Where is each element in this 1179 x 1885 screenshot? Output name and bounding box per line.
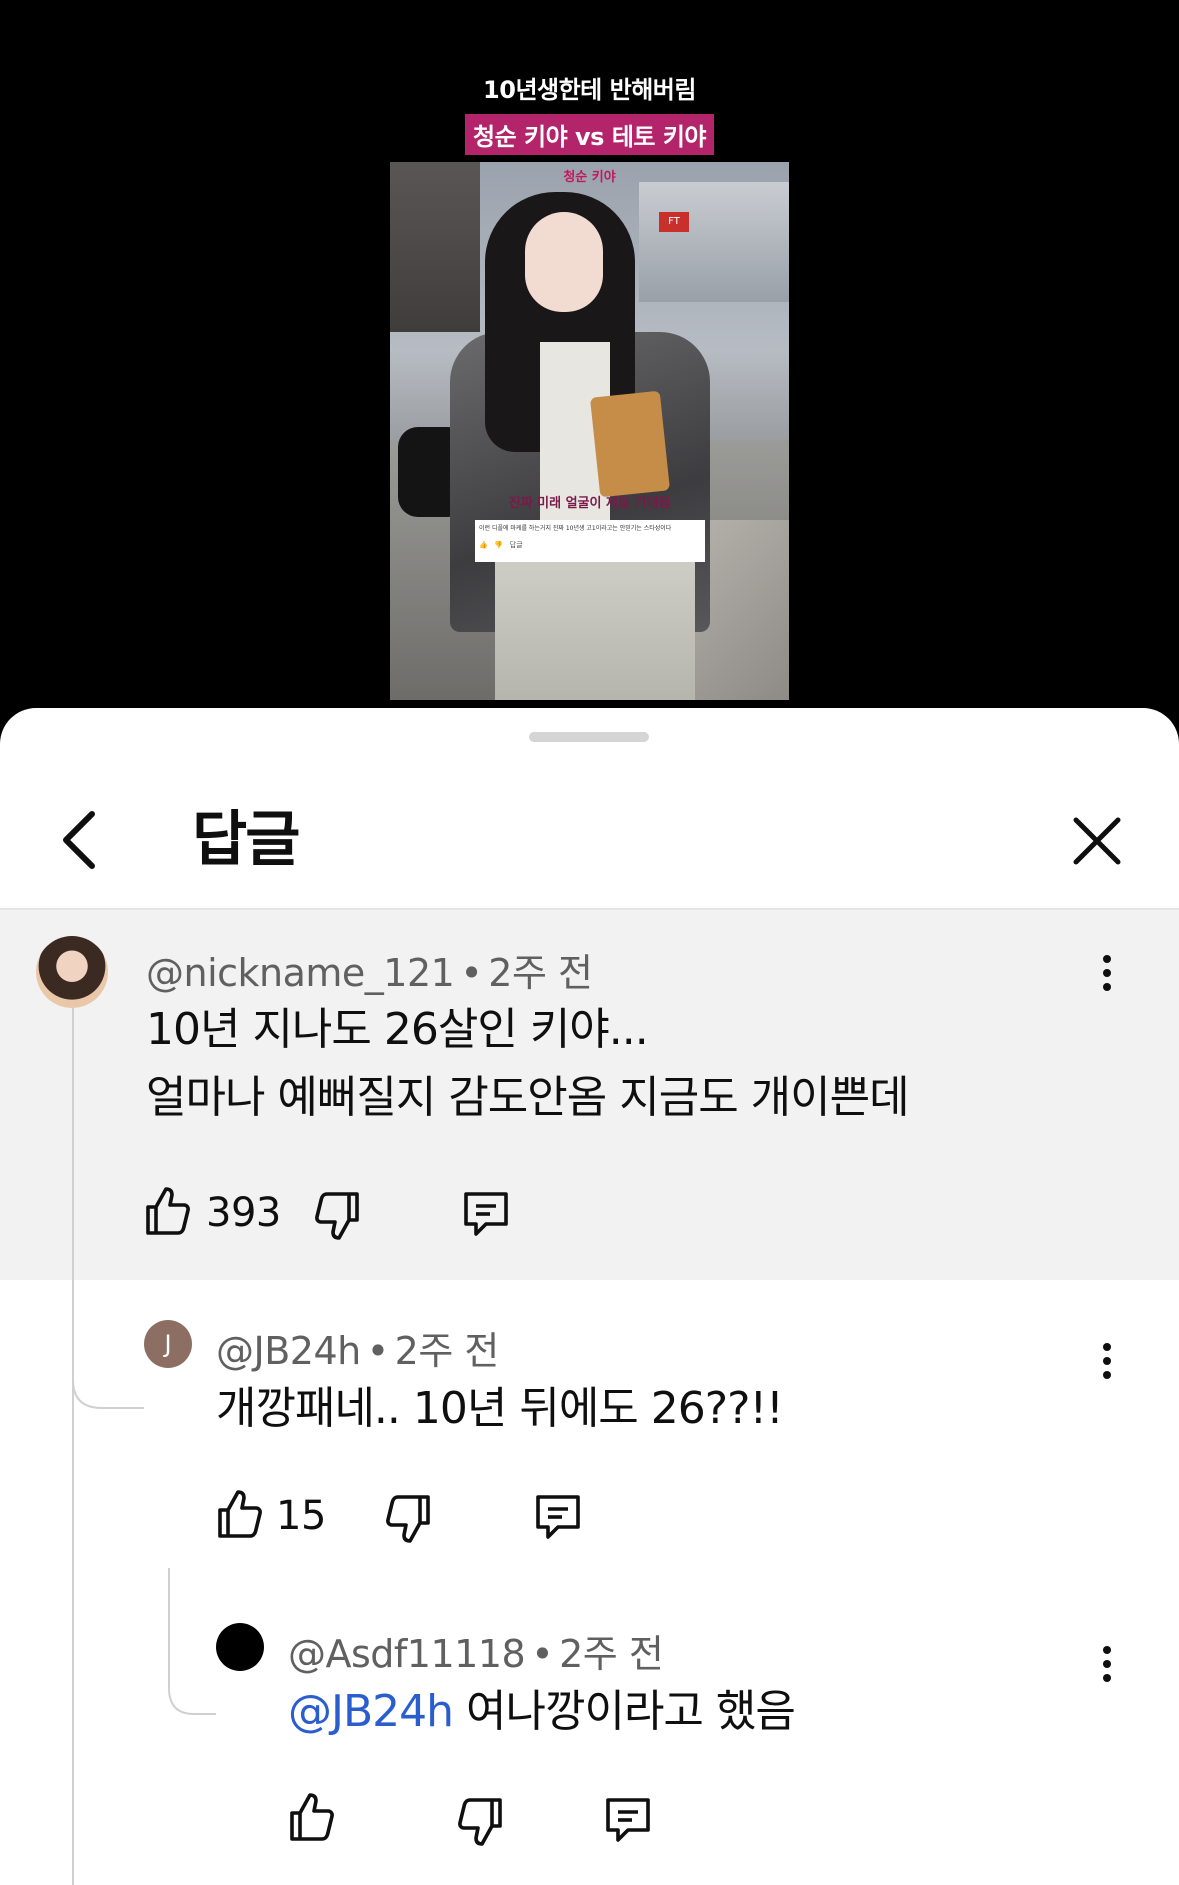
mention-link[interactable]: @JB24h: [288, 1686, 454, 1737]
more-options-button[interactable]: [1092, 950, 1122, 1000]
parent-comment: @nickname_121 • 2주 전 10년 지나도 26살인 키야... 얼마…: [0, 910, 1179, 1280]
frame-label-mid: 진짜 미래 얼굴이 제일 기대됨: [508, 496, 671, 511]
thumbs-down-icon: [386, 1495, 430, 1543]
reply-icon: [606, 1798, 650, 1842]
comment-meta: @nickname_121 • 2주 전: [146, 951, 593, 995]
dislike-button[interactable]: [384, 1493, 432, 1549]
chevron-left-icon: [63, 811, 95, 869]
comment-username[interactable]: @JB24h: [216, 1329, 361, 1373]
frame-mini-comment: 이런 디플에 마케를 하는거지 진짜 10년생 고1이라고는 안믿기는 스타성이…: [475, 520, 705, 562]
sheet-header: 답글: [0, 778, 1179, 908]
comment-time: 2주 전: [394, 1329, 500, 1373]
thumbs-up-icon: [146, 1187, 190, 1235]
video-caption-highlight: 청순 키야 vs 테토 키야: [0, 114, 1179, 155]
reply-icon: [536, 1495, 580, 1539]
back-button[interactable]: [52, 800, 112, 880]
avatar[interactable]: [216, 1623, 264, 1671]
thread-connector-nested: [168, 1658, 216, 1715]
like-button[interactable]: [144, 1185, 192, 1241]
comment-username[interactable]: @nickname_121: [146, 951, 455, 995]
comment-text: @JB24h 여나깡이라고 했음: [288, 1686, 796, 1737]
thread-line-nested: [168, 1568, 170, 1668]
reply-button[interactable]: [602, 1794, 654, 1850]
comment-text: 개깡패네.. 10년 뒤에도 26??!!: [216, 1383, 784, 1434]
thumbs-up-icon: [218, 1490, 262, 1538]
comment-time: 2주 전: [559, 1632, 664, 1676]
like-count: 15: [276, 1493, 326, 1539]
thumbs-down-icon: [315, 1192, 359, 1240]
video-player[interactable]: 10년생한테 반해버림 청순 키야 vs 테토 키야 FT 청순 키야 진짜 미…: [0, 0, 1179, 712]
like-count: 393: [206, 1190, 281, 1236]
sheet-title: 답글: [192, 805, 300, 875]
thumbs-down-icon: [458, 1798, 502, 1846]
video-frame: FT 청순 키야 진짜 미래 얼굴이 제일 기대됨 이런 디플에 마케를 하는거…: [390, 162, 789, 700]
replies-sheet: 답글 @nickname_121 • 2주 전 10년 지나도 26살인 키야...…: [0, 708, 1179, 1885]
comment-text-line1: 10년 지나도 26살인 키야...: [146, 1004, 649, 1055]
comment-username[interactable]: @Asdf11118: [288, 1632, 526, 1676]
comment-meta: @Asdf11118 • 2주 전: [288, 1632, 664, 1676]
close-icon: [1073, 817, 1121, 865]
comment-meta: @JB24h • 2주 전: [216, 1329, 500, 1373]
dislike-button[interactable]: [456, 1796, 504, 1852]
like-button[interactable]: [288, 1791, 336, 1847]
video-caption-top: 10년생한테 반해버림: [483, 76, 696, 104]
avatar[interactable]: [36, 936, 108, 1008]
thread-connector: [72, 1280, 144, 1409]
reply-button[interactable]: [460, 1188, 512, 1244]
reply-button[interactable]: [532, 1491, 584, 1547]
comment-time: 2주 전: [488, 951, 593, 995]
frame-label-top: 청순 키야: [563, 170, 616, 185]
thumbs-up-icon: [290, 1793, 334, 1841]
close-button[interactable]: [1062, 800, 1132, 880]
drag-handle[interactable]: [529, 732, 649, 742]
thread-line: [72, 1008, 74, 1885]
more-options-button[interactable]: [1092, 1338, 1122, 1388]
reply-icon: [464, 1192, 508, 1236]
like-button[interactable]: [216, 1488, 264, 1544]
dislike-button[interactable]: [313, 1190, 361, 1246]
avatar[interactable]: J: [144, 1320, 192, 1368]
more-options-button[interactable]: [1092, 1641, 1122, 1691]
comment-text-line2: 얼마나 예뻐질지 감도안옴 지금도 개이쁜데: [146, 1072, 910, 1123]
